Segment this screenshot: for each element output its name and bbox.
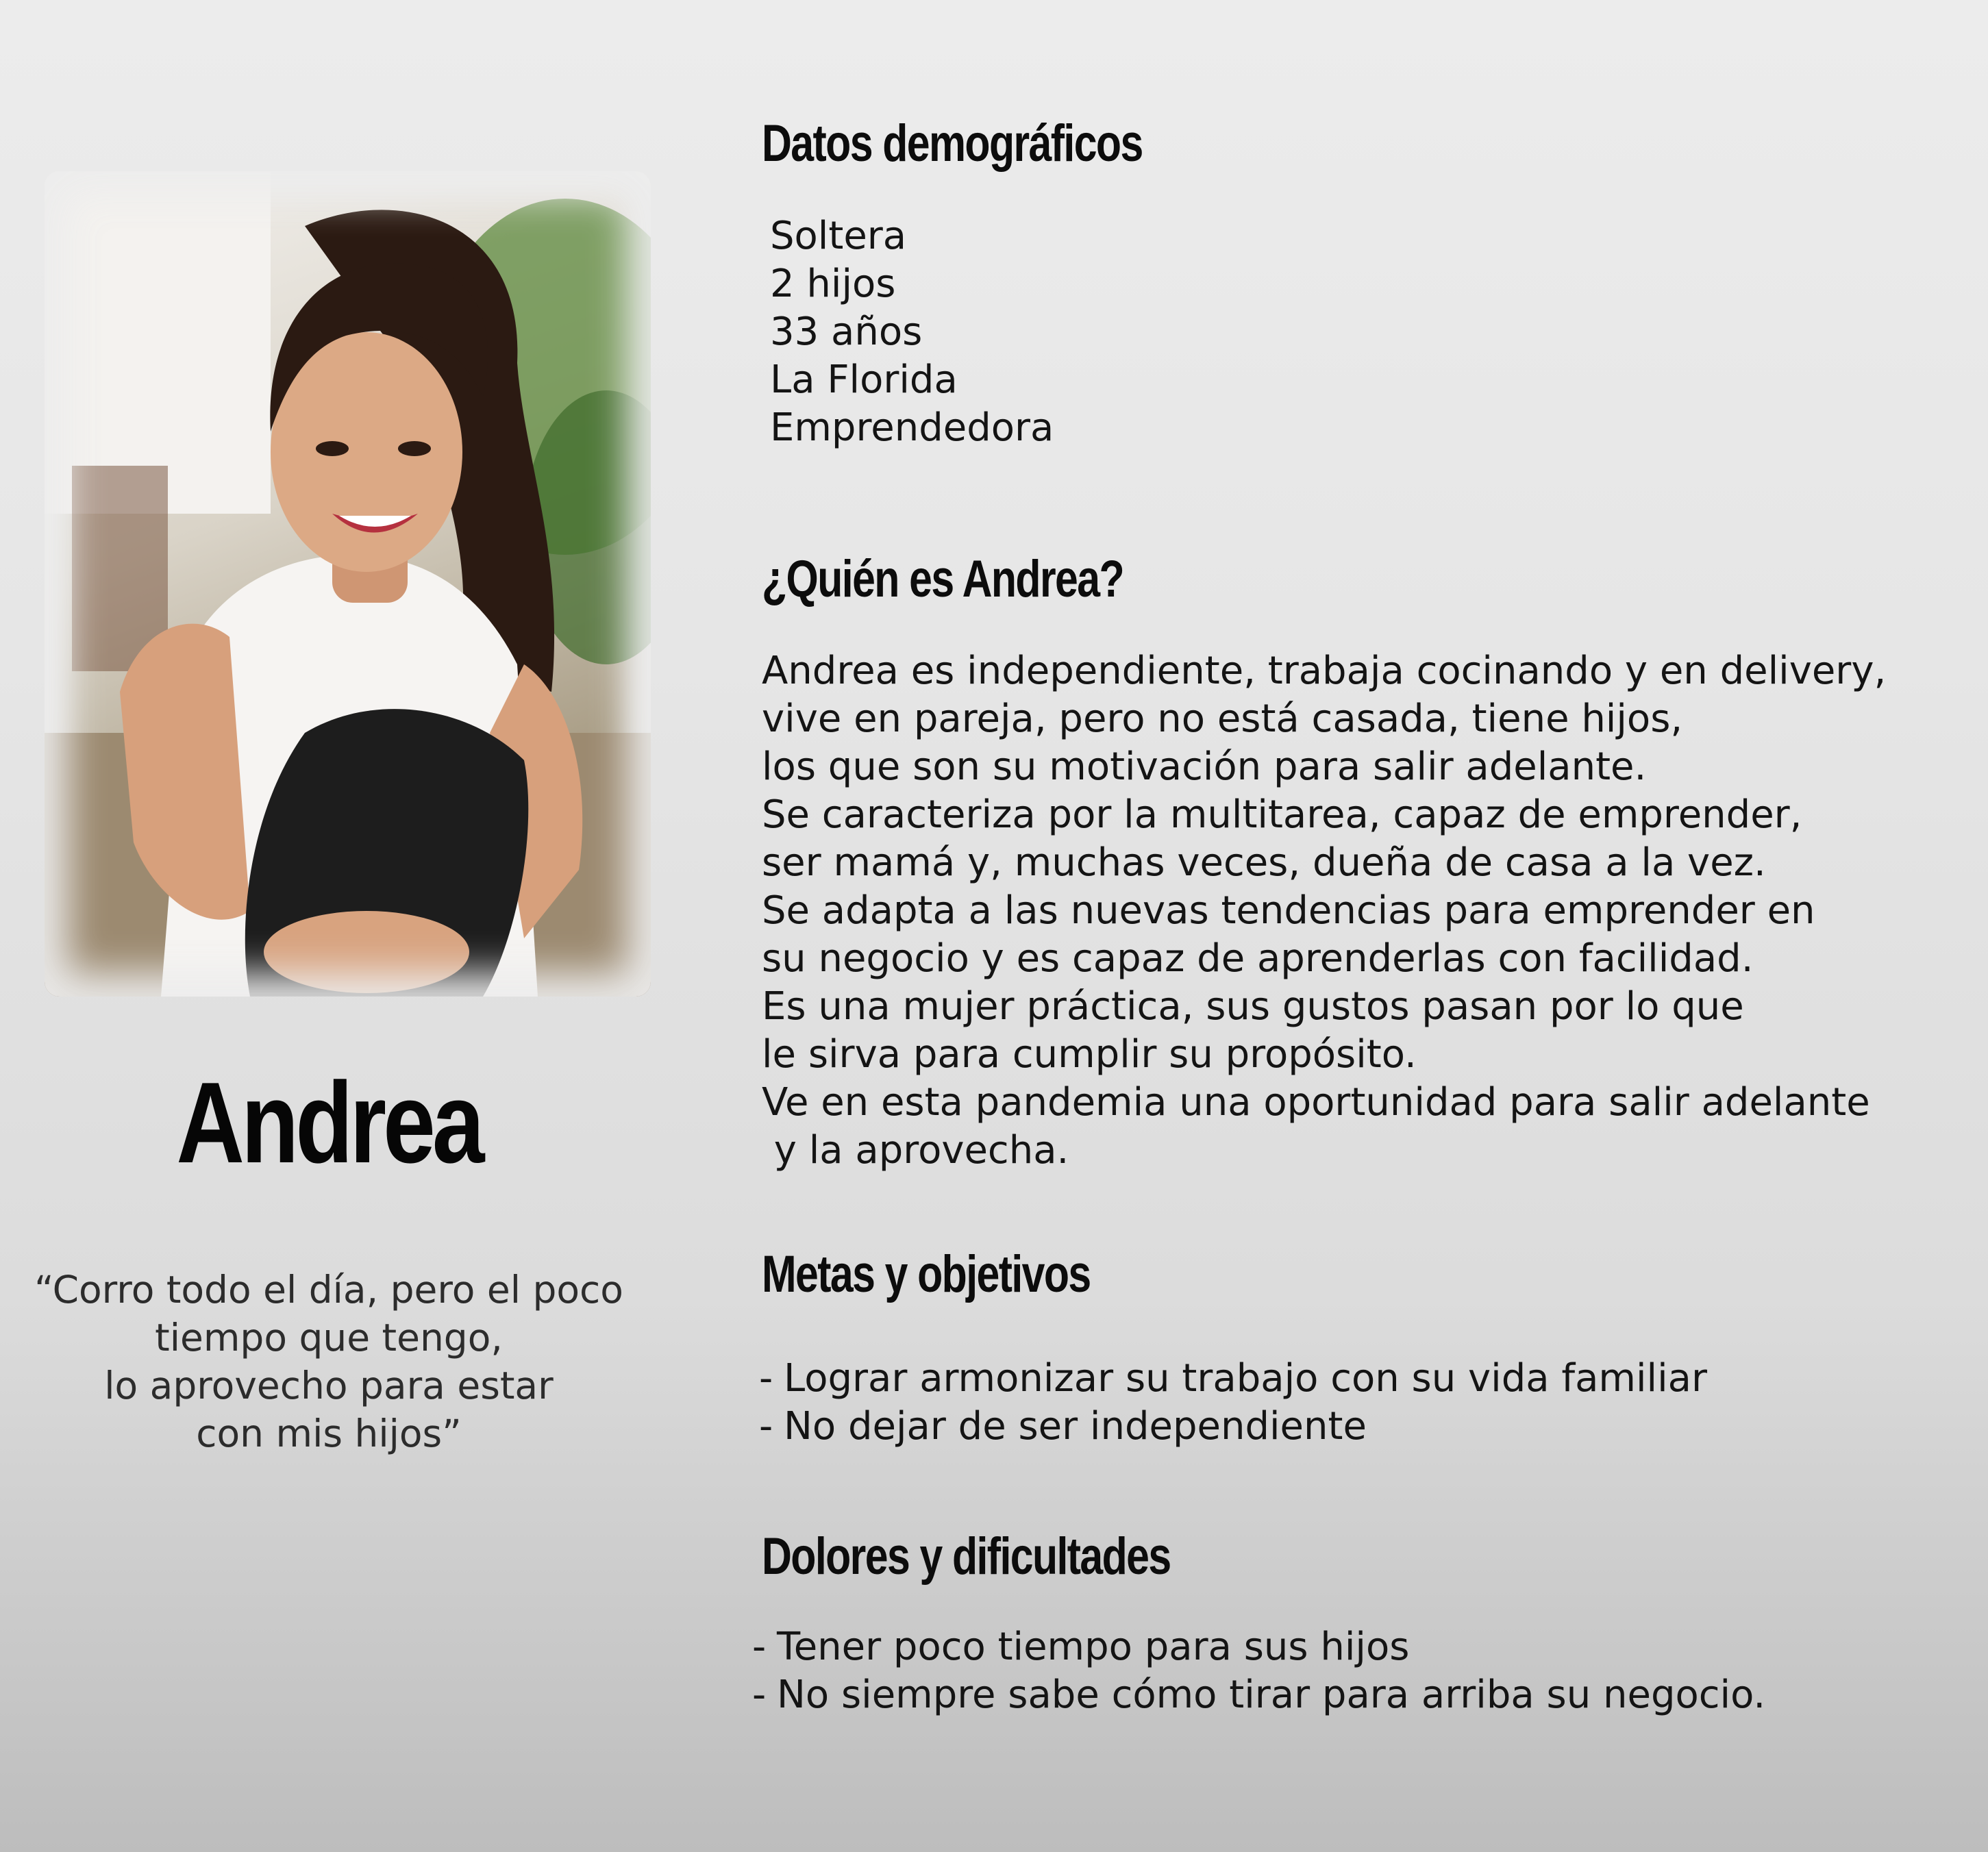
- persona-photo: [45, 171, 651, 997]
- goals-list: - Lograr armonizar su trabajo con su vida…: [759, 1355, 1707, 1451]
- demographics-list: Soltera 2 hijos 33 años La Florida Empre…: [770, 212, 1054, 452]
- goal-item: - No dejar de ser independiente: [759, 1403, 1707, 1451]
- quote-line: lo aprovecho para estar: [104, 1364, 554, 1407]
- pain-text: Tener poco tiempo para sus hijos: [777, 1625, 1410, 1669]
- bullet-dash: -: [759, 1404, 773, 1449]
- bullet-dash: -: [752, 1673, 767, 1717]
- demographics-heading: Datos demográficos: [762, 114, 1143, 173]
- who-line: vive en pareja, pero no está casada, tie…: [762, 697, 1683, 741]
- demographics-item: Soltera: [770, 214, 907, 258]
- goal-text: No dejar de ser independiente: [784, 1404, 1367, 1449]
- who-line: los que son su motivación para salir ade…: [762, 744, 1647, 789]
- who-line: ser mamá y, muchas veces, dueña de casa …: [762, 840, 1766, 885]
- pains-list: - Tener poco tiempo para sus hijos - No si…: [752, 1623, 1765, 1719]
- who-line: Se adapta a las nuevas tendencias para e…: [762, 888, 1815, 933]
- who-description: Andrea es independiente, trabaja cocinan…: [762, 647, 1886, 1175]
- who-line: su negocio y es capaz de aprenderlas con…: [762, 936, 1754, 981]
- quote-line: tiempo que tengo,: [155, 1316, 503, 1360]
- persona-name: Andrea: [176, 1058, 484, 1187]
- pains-heading: Dolores y dificultades: [762, 1527, 1171, 1586]
- persona-quote: “Corro todo el día, pero el poco tiempo …: [0, 1266, 658, 1457]
- who-line: le sirva para cumplir su propósito.: [762, 1032, 1417, 1077]
- who-line: Se caracteriza por la multitarea, capaz …: [762, 792, 1802, 837]
- who-line: y la aprovecha.: [762, 1128, 1069, 1173]
- bullet-dash: -: [752, 1625, 767, 1669]
- goal-item: - Lograr armonizar su trabajo con su vida…: [759, 1355, 1707, 1403]
- demographics-item: Emprendedora: [770, 405, 1054, 450]
- demographics-item: 33 años: [770, 310, 923, 354]
- pain-item: - No siempre sabe cómo tirar para arriba …: [752, 1671, 1765, 1719]
- bullet-dash: -: [759, 1356, 773, 1401]
- who-line: Andrea es independiente, trabaja cocinan…: [762, 649, 1887, 693]
- quote-line: con mis hijos”: [196, 1412, 462, 1455]
- who-line: Es una mujer práctica, sus gustos pasan …: [762, 984, 1744, 1029]
- goals-heading: Metas y objetivos: [762, 1245, 1091, 1303]
- goal-text: Lograr armonizar su trabajo con su vida …: [784, 1356, 1707, 1401]
- who-line: Ve en esta pandemia una oportunidad para…: [762, 1080, 1870, 1125]
- who-heading: ¿Quién es Andrea?: [762, 550, 1125, 608]
- pain-text: No siempre sabe cómo tirar para arriba s…: [777, 1673, 1766, 1717]
- persona-portrait-illustration: [45, 171, 651, 997]
- demographics-item: La Florida: [770, 358, 958, 402]
- demographics-item: 2 hijos: [770, 262, 896, 306]
- pain-item: - Tener poco tiempo para sus hijos: [752, 1623, 1765, 1671]
- quote-line: “Corro todo el día, pero el poco: [34, 1268, 623, 1312]
